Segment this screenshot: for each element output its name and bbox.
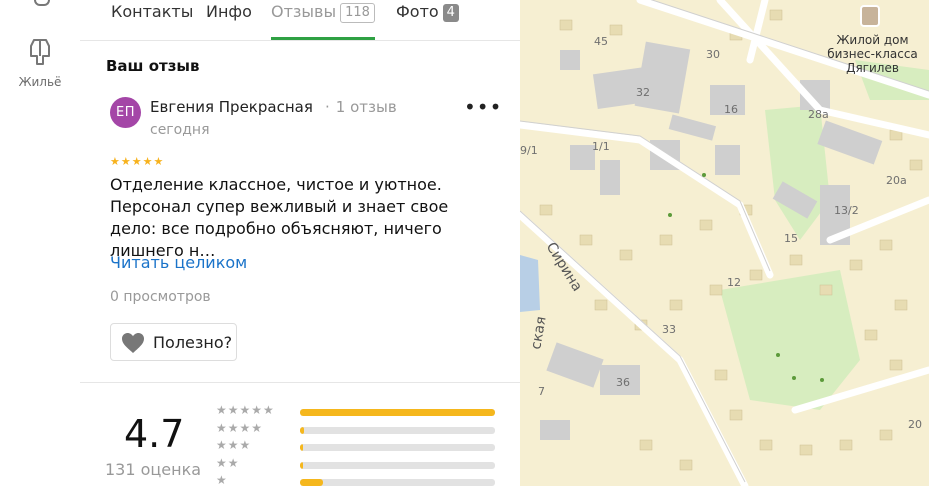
svg-text:20: 20 xyxy=(908,418,922,431)
distribution-stars: ★★★★★ xyxy=(216,403,275,417)
distribution-bar-fill xyxy=(300,426,304,434)
rating-distribution-row: ★★★★ xyxy=(216,420,496,436)
svg-text:15: 15 xyxy=(784,232,798,245)
active-tab-indicator xyxy=(271,37,375,40)
tab-label: Отзывы xyxy=(271,2,337,21)
photo-count-badge: 4 xyxy=(442,4,459,22)
rating-distribution-row: ★ xyxy=(216,473,496,486)
ratings-count: 131 оценка xyxy=(105,460,202,479)
tab-contacts[interactable]: Контакты xyxy=(111,0,193,40)
reviews-count-badge: 118 xyxy=(340,3,375,23)
read-more-link[interactable]: Читать целиком xyxy=(110,253,247,272)
collapsed-icon[interactable] xyxy=(34,0,50,6)
svg-text:13/2: 13/2 xyxy=(834,204,859,217)
distribution-bar xyxy=(300,479,495,486)
review-rating-stars: ★★★★★ xyxy=(110,155,165,168)
review-text: Отделение классное, чистое и уютное. Пер… xyxy=(110,175,449,260)
residential-poi-icon[interactable] xyxy=(860,5,880,27)
housing-nav-label[interactable]: Жильё xyxy=(0,75,80,89)
distribution-bar xyxy=(300,426,495,434)
svg-text:33: 33 xyxy=(662,323,676,336)
distribution-bar xyxy=(300,409,495,416)
org-card-panel: Контакты Инфо Отзывы 118 Фото 4 Ваш отзыв … xyxy=(80,0,521,486)
tab-photo[interactable]: Фото 4 xyxy=(396,0,459,40)
left-rail: Жильё xyxy=(0,0,81,486)
svg-text:7: 7 xyxy=(538,385,545,398)
svg-text:30: 30 xyxy=(706,48,720,61)
distribution-bar xyxy=(300,461,495,469)
svg-text:9/1: 9/1 xyxy=(520,144,538,157)
distribution-stars: ★★ xyxy=(216,455,240,470)
distribution-stars: ★★★ xyxy=(216,438,252,452)
tab-label: Контакты xyxy=(111,2,194,21)
tab-label: Инфо xyxy=(206,2,252,21)
svg-text:ская: ская xyxy=(528,315,550,350)
svg-text:12: 12 xyxy=(727,276,741,289)
author-review-count: · 1 отзыв xyxy=(325,98,397,116)
author-review-count-text: 1 отзыв xyxy=(335,98,397,116)
more-menu-icon[interactable]: ••• xyxy=(464,97,501,118)
distribution-stars: ★ xyxy=(216,473,228,486)
tab-bar: Контакты Инфо Отзывы 118 Фото 4 xyxy=(80,0,520,41)
distribution-bar-fill xyxy=(300,444,303,451)
svg-text:36: 36 xyxy=(616,376,630,389)
svg-text:16: 16 xyxy=(724,103,738,116)
rating-distribution-row: ★★★★★ xyxy=(216,403,496,418)
tab-reviews[interactable]: Отзывы 118 xyxy=(271,0,375,40)
building-icon[interactable] xyxy=(26,36,54,66)
tab-label: Фото xyxy=(396,2,439,21)
poi-label[interactable]: Жилой дом бизнес-класса Дягилев xyxy=(816,33,929,75)
views-count: 0 просмотров xyxy=(110,289,211,305)
section-divider xyxy=(80,382,520,383)
distribution-stars: ★★★★ xyxy=(216,420,264,435)
helpful-button[interactable]: Полезно? xyxy=(110,323,237,361)
avatar[interactable]: ЕП xyxy=(110,97,141,128)
author-name[interactable]: Евгения Прекрасная xyxy=(150,98,313,116)
svg-text:1/1: 1/1 xyxy=(592,140,610,153)
svg-text:20а: 20а xyxy=(886,174,907,187)
distribution-bar-fill xyxy=(300,409,495,416)
svg-text:32: 32 xyxy=(636,86,650,99)
heart-icon xyxy=(122,333,144,353)
distribution-bar-fill xyxy=(300,479,324,486)
average-rating: 4.7 xyxy=(124,412,185,456)
review-date: сегодня xyxy=(150,122,210,138)
rating-distribution-row: ★★ xyxy=(216,455,496,471)
your-review-heading: Ваш отзыв xyxy=(106,57,200,75)
svg-text:45: 45 xyxy=(594,35,608,48)
distribution-bar xyxy=(300,444,495,451)
svg-text:28а: 28а xyxy=(808,108,829,121)
distribution-bar-fill xyxy=(300,461,303,469)
map[interactable]: 45 30 32 16 28а 1/1 9/1 20а 13/2 15 12 33 36 7 20 … xyxy=(520,0,929,486)
helpful-label: Полезно? xyxy=(153,333,233,352)
rating-distribution-row: ★★★ xyxy=(216,438,496,453)
tab-info[interactable]: Инфо xyxy=(206,0,252,40)
